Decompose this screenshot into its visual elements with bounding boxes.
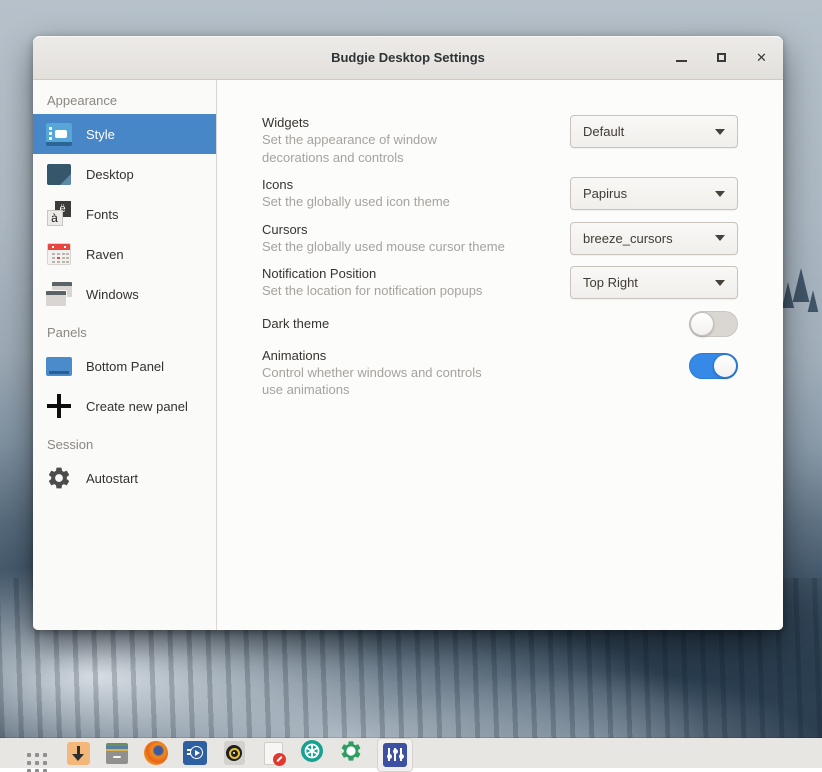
sidebar-item-windows[interactable]: Windows: [33, 274, 216, 314]
setting-row-animations: Animations Control whether windows and c…: [262, 348, 738, 399]
sidebar-item-label: Fonts: [86, 207, 119, 222]
maximize-button[interactable]: [714, 50, 729, 65]
tweaks-gear-icon: [339, 739, 363, 768]
dropdown-value: Default: [583, 124, 624, 139]
fonts-icon: ë à: [45, 201, 72, 228]
taskbar-item-firefox[interactable]: [143, 740, 169, 766]
sidebar-item-label: Desktop: [86, 167, 134, 182]
plus-icon: [45, 393, 72, 420]
installer-icon: [67, 742, 90, 765]
sidebar-item-desktop[interactable]: Desktop: [33, 154, 216, 194]
windows-icon: [45, 281, 72, 308]
dropdown-value: breeze_cursors: [583, 231, 673, 246]
dropdown-value: Papirus: [583, 186, 627, 201]
tree-silhouette: [790, 268, 812, 302]
taskbar-item-media-player[interactable]: [182, 740, 208, 766]
taskbar-item-webcam-viewer[interactable]: [221, 740, 247, 766]
chevron-down-icon: [715, 280, 725, 286]
section-header-appearance: Appearance: [33, 82, 216, 114]
widgets-theme-dropdown[interactable]: Default: [570, 115, 738, 148]
setting-description: Set the globally used icon theme: [262, 193, 450, 211]
sidebar-item-label: Raven: [86, 247, 124, 262]
maximize-icon: [717, 53, 726, 62]
sidebar-item-label: Autostart: [86, 471, 138, 486]
app-grid-icon: [27, 753, 31, 757]
panel-icon: [45, 353, 72, 380]
taskbar-item-system-tweaks[interactable]: [338, 740, 364, 766]
setting-row-cursors: Cursors Set the globally used mouse curs…: [262, 222, 738, 256]
taskbar-item-text-editor[interactable]: [260, 740, 286, 766]
sidebar-item-style[interactable]: Style: [33, 114, 216, 154]
setting-title: Notification Position: [262, 266, 482, 281]
animations-toggle[interactable]: [689, 353, 738, 379]
taskbar: [0, 738, 822, 768]
gear-icon: [45, 465, 72, 492]
setting-description: Control whether windows and controls use…: [262, 364, 482, 399]
sidebar-item-fonts[interactable]: ë à Fonts: [33, 194, 216, 234]
cursor-theme-dropdown[interactable]: breeze_cursors: [570, 222, 738, 255]
webcam-icon: [224, 741, 245, 765]
sidebar-item-label: Bottom Panel: [86, 359, 164, 374]
sidebar: Appearance Style Desktop ë à Fonts: [33, 80, 217, 630]
section-header-session: Session: [33, 426, 216, 458]
sidebar-item-label: Style: [86, 127, 115, 142]
chevron-down-icon: [715, 129, 725, 135]
setting-description: Set the appearance of window decorations…: [262, 131, 437, 166]
titlebar[interactable]: Budgie Desktop Settings ✕: [33, 36, 783, 80]
desktop-icon: [45, 161, 72, 188]
screenshot-shutter-icon: [300, 739, 324, 768]
taskbar-item-budgie-settings-active[interactable]: [377, 738, 413, 772]
fonts-glyph-front: à: [47, 210, 63, 226]
window-controls: ✕: [674, 36, 769, 79]
close-icon: ✕: [756, 51, 767, 64]
taskbar-item-archive-manager[interactable]: [104, 740, 130, 766]
sidebar-item-create-new-panel[interactable]: Create new panel: [33, 386, 216, 426]
archive-icon: [106, 743, 128, 764]
section-header-panels: Panels: [33, 314, 216, 346]
app-menu-button[interactable]: [14, 740, 40, 766]
dark-theme-toggle[interactable]: [689, 311, 738, 337]
media-player-icon: [183, 741, 207, 765]
text-editor-icon: [264, 742, 283, 765]
taskbar-item-software-installer[interactable]: [65, 740, 91, 766]
style-icon: [45, 121, 72, 148]
chevron-down-icon: [715, 235, 725, 241]
settings-panel: Widgets Set the appearance of window dec…: [217, 80, 783, 630]
icon-theme-dropdown[interactable]: Papirus: [570, 177, 738, 210]
toggle-knob: [690, 312, 714, 336]
sidebar-item-raven[interactable]: Raven: [33, 234, 216, 274]
setting-description: Set the globally used mouse cursor theme: [262, 238, 505, 256]
sidebar-item-label: Create new panel: [86, 399, 188, 414]
minimize-button[interactable]: [674, 50, 689, 65]
setting-title: Dark theme: [262, 316, 329, 331]
firefox-icon: [144, 741, 168, 765]
budgie-settings-window: Budgie Desktop Settings ✕ Appearance Sty…: [33, 36, 783, 630]
setting-title: Cursors: [262, 222, 505, 237]
dropdown-value: Top Right: [583, 275, 638, 290]
setting-row-icons: Icons Set the globally used icon theme P…: [262, 177, 738, 211]
minimize-icon: [676, 60, 687, 62]
toggle-knob: [713, 354, 737, 378]
sidebar-item-autostart[interactable]: Autostart: [33, 458, 216, 498]
notification-position-dropdown[interactable]: Top Right: [570, 266, 738, 299]
taskbar-item-screenshot-tool[interactable]: [299, 740, 325, 766]
raven-icon: [45, 241, 72, 268]
budgie-settings-icon: [383, 743, 407, 767]
window-title: Budgie Desktop Settings: [331, 50, 485, 65]
setting-description: Set the location for notification popups: [262, 282, 482, 300]
sidebar-item-bottom-panel[interactable]: Bottom Panel: [33, 346, 216, 386]
setting-title: Widgets: [262, 115, 437, 130]
chevron-down-icon: [715, 191, 725, 197]
sidebar-item-label: Windows: [86, 287, 139, 302]
setting-title: Icons: [262, 177, 450, 192]
close-button[interactable]: ✕: [754, 50, 769, 65]
setting-row-widgets: Widgets Set the appearance of window dec…: [262, 115, 738, 166]
setting-row-notification-position: Notification Position Set the location f…: [262, 266, 738, 300]
setting-title: Animations: [262, 348, 482, 363]
setting-row-dark-theme: Dark theme: [262, 311, 738, 337]
